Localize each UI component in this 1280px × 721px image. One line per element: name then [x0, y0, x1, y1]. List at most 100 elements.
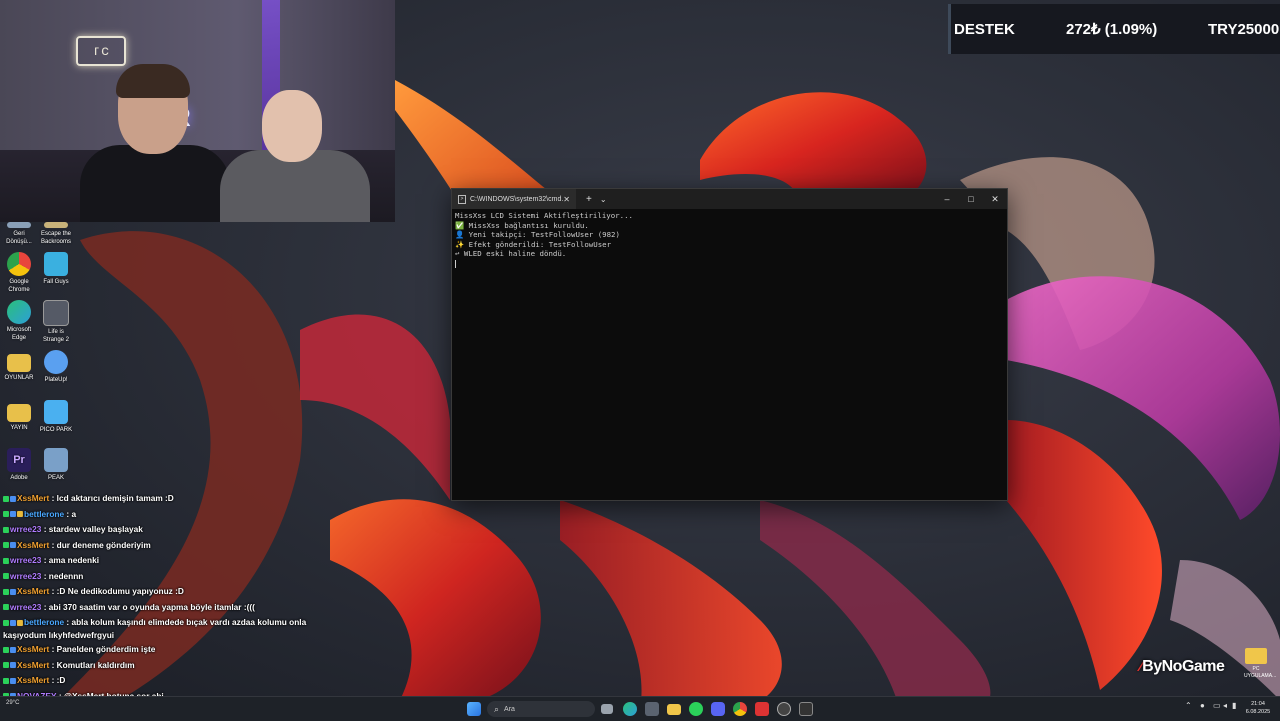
whatsapp-icon[interactable] [689, 702, 703, 716]
obs-icon[interactable] [777, 702, 791, 716]
desktop-icon-oyunlar[interactable]: OYUNLAR [0, 350, 38, 382]
edge-icon[interactable] [623, 702, 637, 716]
badge-icon [10, 677, 16, 684]
task-view-icon[interactable] [601, 704, 613, 714]
cmd-cursor [455, 259, 456, 268]
taskbar-clock[interactable]: 21:04 6.08.2025 [1240, 700, 1276, 716]
desktop-icon-adobe[interactable]: Pr Adobe [0, 448, 38, 482]
cmd-tab[interactable]: > C:\WINDOWS\system32\cmd. ✕ [452, 189, 576, 209]
network-icon[interactable]: ▭ [1213, 701, 1221, 710]
desktop-icon-chrome[interactable]: Google Chrome [0, 252, 38, 294]
chat-message: XssMert : Panelden gönderdim işte [0, 642, 318, 658]
desktop-icon-escape-backrooms[interactable]: Escape the Backrooms [37, 222, 75, 246]
chevron-up-icon[interactable]: ⌃ [1185, 701, 1192, 710]
chat-message: wrree23 : stardew valley başlayak [0, 522, 318, 538]
record-icon[interactable]: ● [1200, 701, 1205, 710]
badge-icon [10, 495, 16, 502]
desktop-icon-life-is-strange[interactable]: Life is Strange 2 [37, 300, 75, 344]
chat-username: XssMert [17, 586, 50, 596]
plateup-icon [44, 350, 68, 374]
terminal-icon: > [458, 194, 466, 204]
bynogame-logo: ⁄ByNoGame [1140, 658, 1225, 675]
close-button[interactable]: ✕ [983, 194, 1007, 205]
cmd-line: ↩ WLED eski haline döndü. [455, 249, 567, 259]
start-icon[interactable] [467, 702, 481, 716]
badge-icon [3, 677, 9, 684]
battery-icon[interactable]: ▮ [1232, 701, 1236, 710]
volume-icon[interactable]: ◂ [1223, 701, 1227, 710]
minimize-button[interactable]: – [935, 194, 959, 205]
discord-icon[interactable] [711, 702, 725, 716]
folder-icon [7, 354, 31, 372]
desktop-icon-pc-uygulama[interactable]: PC UYGULAMA... [1244, 648, 1276, 680]
chat-text: : Panelden gönderdim işte [51, 644, 156, 654]
peak-icon [44, 448, 68, 472]
new-tab-button[interactable]: + [586, 194, 592, 205]
cmd-output[interactable]: MissXss LCD Sistemi Aktifleştiriliyor...… [452, 209, 1007, 270]
badge-icon [3, 604, 9, 611]
chat-message: XssMert : Komutları kaldırdım [0, 658, 318, 674]
badge-icon [3, 619, 9, 626]
chat-text: : nedennn [43, 570, 84, 581]
donation-ticker: DESTEK 272₺ (1.09%) TRY25000 [948, 4, 1280, 54]
ticker-value: TRY25000 [1208, 20, 1280, 38]
chat-text: : :D [51, 675, 66, 685]
chat-username: wrree23 [10, 601, 42, 612]
cmd-line: ✅ MissXss bağlantısı kuruldu. [455, 220, 589, 230]
desktop-icon-pico-park[interactable]: PICO PARK [37, 400, 75, 434]
taskbar: 29°C ⌕ Ara ⌃ ● ▭ ◂ ▮ 21:04 6.08.2025 [0, 696, 1280, 721]
desktop-icon-fall-guys[interactable]: Fall Guys [37, 252, 75, 286]
badge-icon [3, 542, 9, 549]
webcam-neon-sign: ᴦᴄ [76, 36, 126, 66]
fall-guys-icon [44, 252, 68, 276]
webcam-overlay: ᴦᴄ R [0, 0, 395, 222]
badge-icon [3, 511, 9, 518]
taskbar-search[interactable]: ⌕ Ara [487, 701, 595, 717]
chat-message: wrree23 : nedennn [0, 569, 318, 585]
chat-message: bettlerone : abla kolum kaşındı elimdede… [0, 615, 318, 642]
weather-widget[interactable]: 29°C [6, 700, 19, 707]
badge-icon [10, 588, 16, 595]
chat-username: XssMert [17, 659, 50, 670]
chat-text: : dur deneme gönderiyim [51, 539, 151, 550]
cmd-titlebar[interactable]: > C:\WINDOWS\system32\cmd. ✕ + ⌄ – □ ✕ [452, 189, 1007, 209]
chat-text: : lcd aktarıcı demişin tamam :D [51, 493, 174, 503]
store-icon[interactable] [645, 702, 659, 716]
chat-text: : :D Ne dedikodumu yapıyonuz :D [51, 586, 184, 596]
tab-close-icon[interactable]: ✕ [563, 195, 570, 204]
cmd-line: 👤 Yeni takipçi: TestFollowUser (982) [455, 230, 620, 240]
chrome-icon [7, 252, 31, 276]
chat-message: wrree23 : ama nedenki [0, 553, 318, 569]
file-explorer-icon[interactable] [667, 704, 681, 715]
ticker-change: 272₺ (1.09%) [1066, 21, 1158, 38]
chat-overlay: XssMert : lcd aktarıcı demişin tamam :D b… [0, 491, 318, 720]
chat-username: XssMert [17, 493, 50, 503]
app-icon[interactable] [755, 702, 769, 716]
badge-icon [10, 662, 16, 669]
chat-text: : Komutları kaldırdım [51, 659, 135, 670]
chat-message: bettlerone : a [0, 507, 318, 523]
tab-dropdown-button[interactable]: ⌄ [600, 195, 607, 204]
desktop-icon-edge[interactable]: Microsoft Edge [0, 300, 38, 342]
badge-icon [3, 646, 9, 653]
badge-icon [10, 511, 16, 518]
cmd-line: ✨ Efekt gönderildi: TestFollowUser [455, 239, 612, 249]
cmd-line: MissXss LCD Sistemi Aktifleştiriliyor... [455, 211, 633, 220]
desktop-icon-peak[interactable]: PEAK [37, 448, 75, 482]
chat-text: : abi 370 saatim var o oyunda yapma böyl… [43, 601, 255, 612]
badge-icon [3, 662, 9, 669]
maximize-button[interactable]: □ [959, 194, 983, 205]
recycle-bin-icon [7, 222, 31, 228]
badge-icon [3, 557, 9, 564]
desktop-icon-yayin[interactable]: YAYIN [0, 400, 38, 432]
desktop-icon-recycle-bin[interactable]: Geri Dönüşü... [0, 222, 38, 246]
clock-time: 21:04 [1251, 701, 1265, 707]
chrome-icon[interactable] [733, 702, 747, 716]
desktop-icon-plateup[interactable]: PlateUp! [37, 350, 75, 384]
terminal-icon[interactable] [799, 702, 813, 716]
cmd-window[interactable]: > C:\WINDOWS\system32\cmd. ✕ + ⌄ – □ ✕ M… [451, 188, 1008, 501]
chat-text: : ama nedenki [43, 555, 100, 565]
chat-username: XssMert [17, 675, 50, 685]
life-is-strange-icon [43, 300, 69, 326]
chat-username: XssMert [17, 539, 50, 550]
